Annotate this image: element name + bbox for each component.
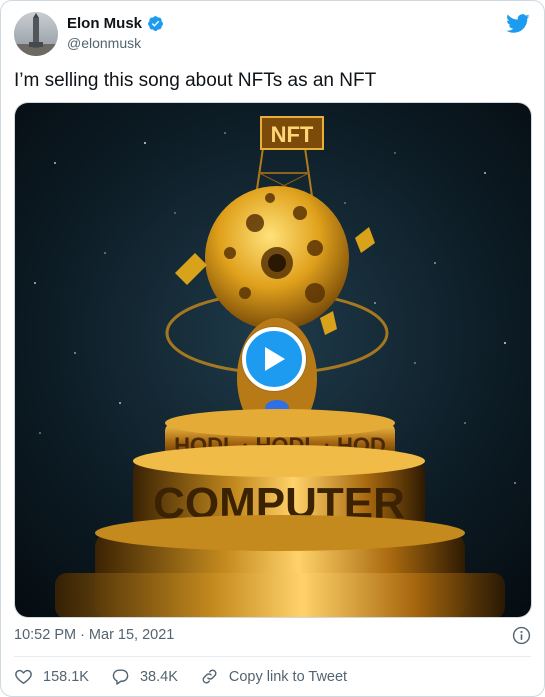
billboard-sign-text: NFT <box>271 122 314 147</box>
avatar[interactable] <box>14 12 58 56</box>
tweet-date: Mar 15, 2021 <box>88 627 175 643</box>
author-name-row: Elon Musk <box>67 15 164 32</box>
author-handle[interactable]: @elonmusk <box>67 35 141 51</box>
display-name[interactable]: Elon Musk <box>67 15 142 32</box>
heart-icon <box>15 669 32 684</box>
like-button[interactable]: 158.1K <box>14 667 89 686</box>
reply-count: 38.4K <box>139 668 178 685</box>
reply-icon <box>112 669 129 685</box>
copy-link-label: Copy link to Tweet <box>228 668 348 685</box>
divider <box>14 656 531 657</box>
reply-button[interactable]: 38.4K <box>111 667 178 686</box>
copy-link-button[interactable]: Copy link to Tweet <box>200 667 347 686</box>
tweet-time: 10:52 PM <box>14 627 77 643</box>
tweet-video[interactable]: NFT HODL · HODL · HOD <box>14 102 532 618</box>
tweet-timestamp[interactable]: 10:52 PM · Mar 15, 2021 <box>14 627 174 643</box>
play-icon <box>265 347 285 371</box>
like-count: 158.1K <box>43 668 89 685</box>
tweet-actions: 158.1K 38.4K Copy link to Tweet <box>14 667 369 686</box>
tweet-card: Elon Musk @elonmusk I’m selling this son… <box>0 0 545 697</box>
timestamp-separator: · <box>80 627 85 643</box>
verified-badge-icon <box>148 16 163 31</box>
twitter-bird-icon[interactable] <box>506 13 530 35</box>
link-icon <box>202 669 217 684</box>
info-icon[interactable] <box>512 626 531 645</box>
tweet-text: I’m selling this song about NFTs as an N… <box>14 70 377 91</box>
play-button[interactable] <box>242 327 306 391</box>
